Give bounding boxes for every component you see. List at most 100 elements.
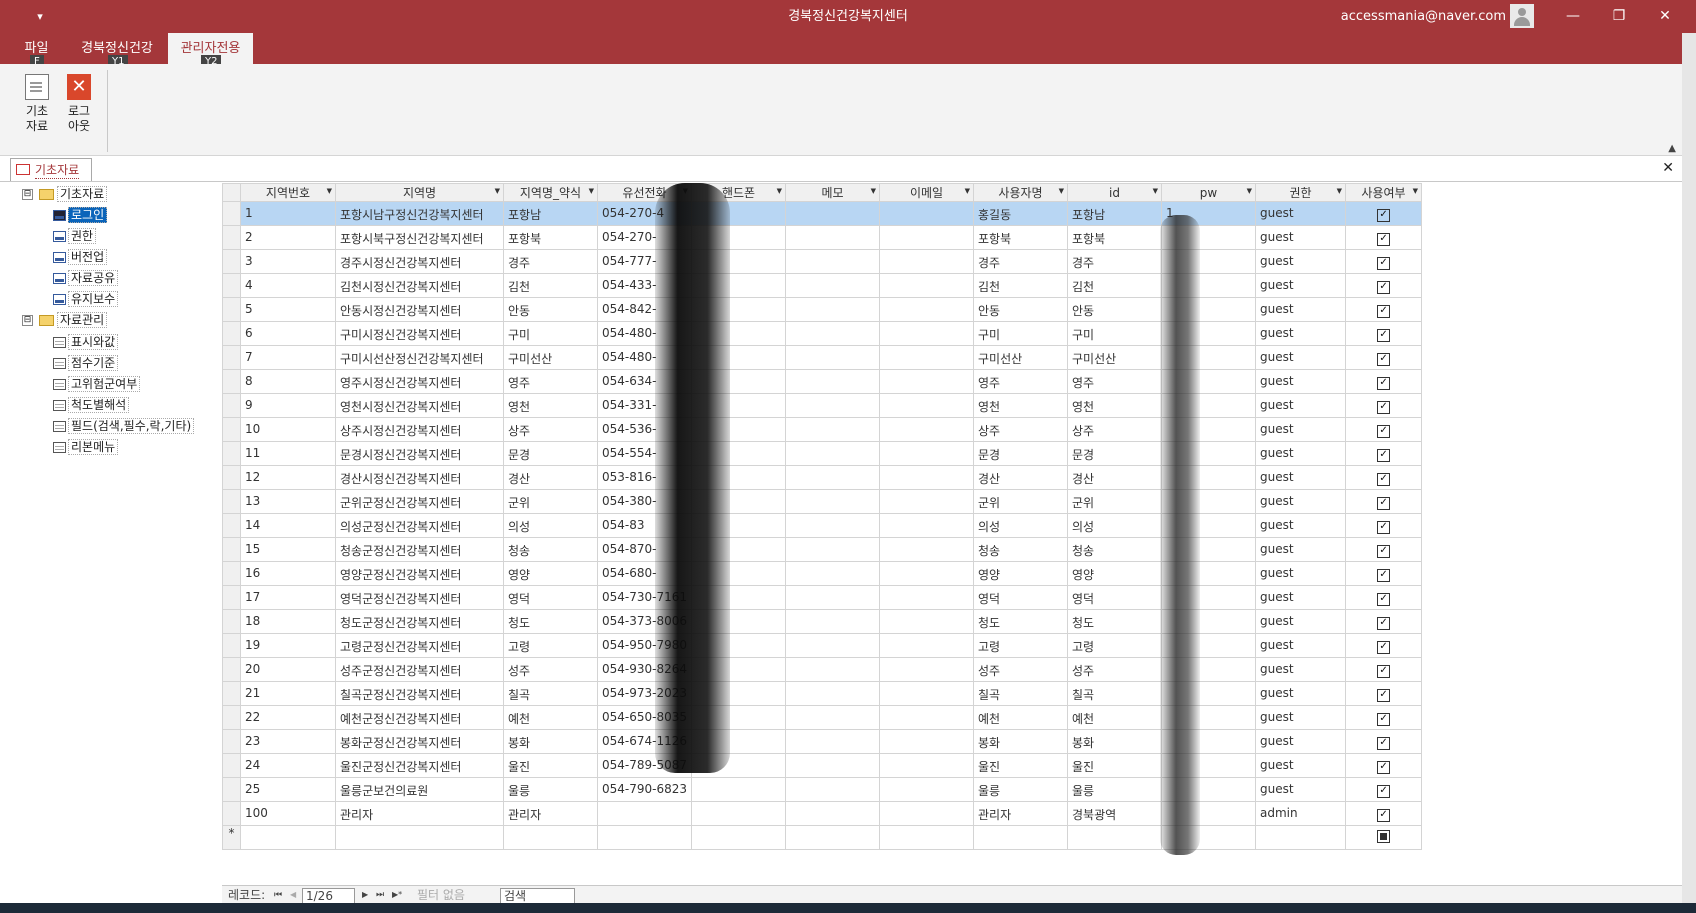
last-record-button[interactable]: ⏭	[376, 886, 384, 904]
table-cell[interactable]	[1067, 825, 1163, 850]
filter-status[interactable]: 필터 없음	[417, 886, 465, 904]
table-cell[interactable]	[879, 537, 975, 562]
checkbox-icon[interactable]: ✓	[1377, 593, 1391, 606]
table-cell[interactable]	[785, 585, 881, 610]
table-cell[interactable]	[785, 777, 881, 802]
table-cell[interactable]: 성주	[503, 657, 598, 682]
checkbox-icon[interactable]: ✓	[1377, 209, 1391, 222]
table-cell[interactable]	[785, 489, 881, 514]
table-row[interactable]: 18 청도군정신건강복지센터 청도 054-373-8006 청도 청도 guest ✓	[222, 609, 1423, 634]
sort-dropdown-icon[interactable]: ▼	[1413, 187, 1418, 195]
checkbox-icon[interactable]: ✓	[1377, 281, 1391, 294]
active-checkbox-cell[interactable]: ✓	[1345, 369, 1423, 394]
table-cell[interactable]: 1	[240, 201, 336, 226]
column-header[interactable]: 지역명 ▼	[335, 183, 504, 202]
table-cell[interactable]: 포항시북구정신건강복지센터	[335, 225, 504, 250]
table-cell[interactable]: 울진	[973, 753, 1069, 778]
table-cell[interactable]: 칠곡	[1067, 681, 1163, 706]
checkbox-icon[interactable]: ✓	[1377, 353, 1391, 366]
sort-dropdown-icon[interactable]: ▼	[1153, 187, 1158, 195]
table-cell[interactable]: 예천	[503, 705, 598, 730]
tree-item-share[interactable]: 자료공유	[53, 269, 119, 287]
table-cell[interactable]	[879, 825, 975, 850]
active-checkbox-cell[interactable]: ✓	[1345, 705, 1423, 730]
checkbox-icon[interactable]: ✓	[1377, 329, 1391, 342]
table-cell[interactable]: guest	[1255, 537, 1347, 562]
table-cell[interactable]: 3	[240, 249, 336, 274]
table-row[interactable]: 24 울진군정신건강복지센터 울진 054-789-5087 울진 울진 guest ✓	[222, 753, 1423, 778]
table-cell[interactable]: 문경시정신건강복지센터	[335, 441, 504, 466]
table-cell[interactable]	[785, 705, 881, 730]
table-cell[interactable]: guest	[1255, 225, 1347, 250]
tree-item-login[interactable]: 로그인	[53, 206, 108, 224]
checkbox-icon[interactable]: ✓	[1377, 257, 1391, 270]
table-cell[interactable]: 포항북	[503, 225, 598, 250]
table-cell[interactable]: 경산시정신건강복지센터	[335, 465, 504, 490]
row-selector[interactable]	[222, 393, 241, 418]
column-header[interactable]: 메모 ▼	[785, 183, 881, 202]
table-cell[interactable]: 문경	[503, 441, 598, 466]
row-selector[interactable]	[222, 225, 241, 250]
table-cell[interactable]: 영양군정신건강복지센터	[335, 561, 504, 586]
table-cell[interactable]: guest	[1255, 513, 1347, 538]
table-cell[interactable]	[785, 417, 881, 442]
table-cell[interactable]: 23	[240, 729, 336, 754]
table-cell[interactable]: 문경	[1067, 441, 1163, 466]
table-cell[interactable]	[879, 609, 975, 634]
table-cell[interactable]	[879, 513, 975, 538]
table-cell[interactable]: 봉화군정신건강복지센터	[335, 729, 504, 754]
row-selector[interactable]	[222, 417, 241, 442]
row-selector[interactable]	[222, 681, 241, 706]
collapse-toggle-icon[interactable]: ⊟	[22, 189, 33, 200]
active-checkbox-cell[interactable]: ✓	[1345, 777, 1423, 802]
table-cell[interactable]: 5	[240, 297, 336, 322]
table-cell[interactable]	[879, 561, 975, 586]
row-selector[interactable]	[222, 633, 241, 658]
table-cell[interactable]: 울릉군보건의료원	[335, 777, 504, 802]
row-selector[interactable]	[222, 801, 241, 826]
row-selector[interactable]	[222, 489, 241, 514]
first-record-button[interactable]: ⏮	[274, 886, 282, 904]
table-cell[interactable]: 군위	[503, 489, 598, 514]
table-cell[interactable]	[879, 393, 975, 418]
table-cell[interactable]: 영덕	[503, 585, 598, 610]
checkbox-icon[interactable]: ✓	[1377, 401, 1391, 414]
table-cell[interactable]: 구미시선산정신건강복지센터	[335, 345, 504, 370]
table-cell[interactable]: 영덕	[1067, 585, 1163, 610]
table-row[interactable]: 25 울릉군보건의료원 울릉 054-790-6823 울릉 울릉 guest ✓	[222, 777, 1423, 802]
row-selector[interactable]	[222, 705, 241, 730]
checkbox-icon[interactable]: ✓	[1377, 689, 1391, 702]
table-cell[interactable]: 울릉	[973, 777, 1069, 802]
table-cell[interactable]: 군위군정신건강복지센터	[335, 489, 504, 514]
table-cell[interactable]	[785, 681, 881, 706]
table-cell[interactable]	[879, 801, 975, 826]
table-cell[interactable]: guest	[1255, 465, 1347, 490]
table-cell[interactable]	[785, 609, 881, 634]
tree-item-scale[interactable]: 척도별해석	[53, 396, 130, 414]
row-selector[interactable]	[222, 657, 241, 682]
checkbox-icon[interactable]: ✓	[1377, 473, 1391, 486]
table-cell[interactable]: 구미시정신건강복지센터	[335, 321, 504, 346]
table-cell[interactable]: 칠곡	[973, 681, 1069, 706]
table-cell[interactable]: 성주군정신건강복지센터	[335, 657, 504, 682]
table-cell[interactable]	[691, 777, 787, 802]
column-header[interactable]: 지역명_약식 ▼	[503, 183, 598, 202]
search-input[interactable]: 검색	[500, 888, 575, 904]
tree-item-fields[interactable]: 필드(검색,필수,락,기타)	[53, 417, 195, 435]
active-checkbox-cell[interactable]: ✓	[1345, 681, 1423, 706]
table-row[interactable]: 23 봉화군정신건강복지센터 봉화 054-674-1126 봉화 봉화 guest ✓	[222, 729, 1423, 754]
table-row[interactable]: 20 성주군정신건강복지센터 성주 054-930-8264 성주 성주 guest ✓	[222, 657, 1423, 682]
table-cell[interactable]: 봉화	[503, 729, 598, 754]
table-cell[interactable]: 12	[240, 465, 336, 490]
new-record-row[interactable]: *	[222, 825, 1423, 850]
column-header[interactable]: pw ▼	[1161, 183, 1257, 202]
table-cell[interactable]: 구미선산	[503, 345, 598, 370]
table-cell[interactable]: 김천	[503, 273, 598, 298]
table-cell[interactable]: 관리자	[503, 801, 598, 826]
table-row[interactable]: 3 경주시정신건강복지센터 경주 054-777- 경주 경주 guest ✓	[222, 249, 1423, 274]
checkbox-icon[interactable]: ✓	[1377, 809, 1391, 822]
table-cell[interactable]	[785, 393, 881, 418]
table-cell[interactable]	[785, 441, 881, 466]
table-row[interactable]: 7 구미시선산정신건강복지센터 구미선산 054-480- 구미선산 구미선산 guest ✓	[222, 345, 1423, 370]
table-cell[interactable]	[785, 465, 881, 490]
